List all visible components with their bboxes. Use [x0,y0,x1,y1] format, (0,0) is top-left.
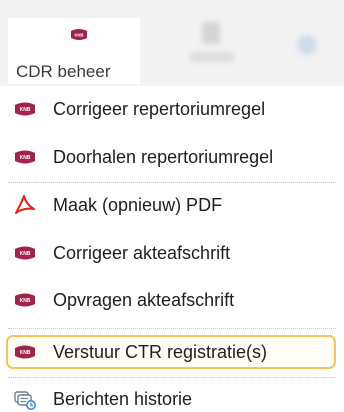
menu-separator [8,328,336,329]
menu-item-corrigeer-repertoriumregel[interactable]: KNB Corrigeer repertoriumregel [6,92,336,126]
menu-item-doorhalen-repertoriumregel[interactable]: KNB Doorhalen repertoriumregel [6,140,336,174]
knb-logo-icon: KNB [13,149,37,165]
cdr-beheer-dropdown-menu: KNB Corrigeer repertoriumregel KNB Doorh… [0,86,344,412]
menu-item-label: Opvragen akteafschrift [53,290,235,310]
pdf-icon [13,194,37,214]
menu-item-corrigeer-akteafschrift[interactable]: KNB Corrigeer akteafschrift [6,236,336,270]
ribbon: KNB CDR beheer [0,0,344,86]
menu-separator [8,182,336,183]
svg-text:KNB: KNB [20,155,31,161]
menu-item-label: Maak (opnieuw) PDF [53,195,223,215]
knb-logo-icon: KNB [13,101,37,117]
menu-item-label: Verstuur CTR registratie(s) [53,342,268,362]
svg-text:KNB: KNB [20,107,31,113]
menu-item-label: Berichten historie [53,389,193,409]
menu-item-verstuur-ctr-registratie[interactable]: KNB Verstuur CTR registratie(s) [6,335,336,369]
svg-text:KNB: KNB [74,33,83,38]
menu-item-label: Doorhalen repertoriumregel [53,147,274,167]
menu-item-label: Corrigeer akteafschrift [53,243,231,263]
blurred-toolbar-icon [190,22,234,62]
menu-item-opvragen-akteafschrift[interactable]: KNB Opvragen akteafschrift [6,283,336,317]
menu-item-label: Corrigeer repertoriumregel [53,99,266,119]
page: KNB CDR beheer KNB Corrigeer repertorium… [0,0,344,412]
cdr-beheer-button[interactable]: KNB CDR beheer [8,18,140,84]
svg-text:KNB: KNB [20,251,31,257]
svg-text:KNB: KNB [20,350,31,356]
message-history-icon [13,389,37,410]
knb-logo-icon: KNB [13,344,37,360]
cdr-beheer-label: CDR beheer [16,62,111,81]
svg-text:KNB: KNB [20,298,31,304]
blurred-blue-icon [297,35,317,55]
menu-item-maak-pdf[interactable]: Maak (opnieuw) PDF [6,188,336,222]
knb-logo-icon: KNB [69,28,89,47]
menu-separator [8,377,336,378]
knb-logo-icon: KNB [13,292,37,308]
menu-item-berichten-historie[interactable]: Berichten historie [6,382,336,412]
knb-logo-icon: KNB [13,245,37,261]
